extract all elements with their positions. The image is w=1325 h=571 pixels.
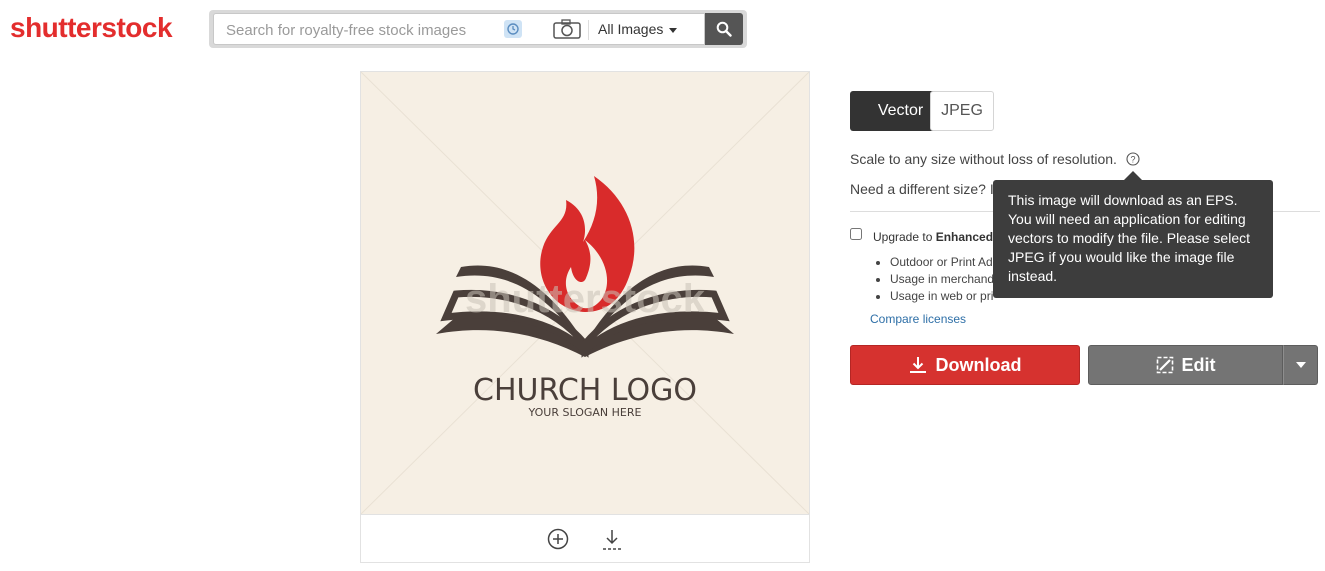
logo-slogan: YOUR SLOGAN HERE bbox=[528, 406, 642, 419]
chevron-down-icon bbox=[1295, 362, 1306, 368]
download-button[interactable]: Download bbox=[850, 345, 1080, 385]
search-bar: All Images bbox=[209, 10, 747, 48]
image-preview: shutterstock CHURCH LOGO YOUR SLOGAN HER… bbox=[360, 71, 810, 563]
edit-label: Edit bbox=[1181, 354, 1216, 375]
shutterstock-logo[interactable]: shutterstock bbox=[10, 12, 173, 44]
edit-button[interactable]: Edit bbox=[1088, 345, 1283, 385]
church-logo-artwork: shutterstock CHURCH LOGO YOUR SLOGAN HER… bbox=[361, 72, 809, 514]
camera-icon[interactable] bbox=[553, 19, 581, 44]
scale-description: Scale to any size without loss of resolu… bbox=[850, 151, 1117, 167]
image-type-dropdown[interactable]: All Images bbox=[598, 21, 678, 37]
license-use-item: Usage in merchand bbox=[890, 271, 994, 288]
license-use-item: Usage in web or pri bbox=[890, 288, 994, 305]
logo-text: shutterstock bbox=[10, 12, 173, 43]
download-icon[interactable] bbox=[601, 528, 623, 557]
jpeg-format-button[interactable]: JPEG bbox=[930, 91, 994, 131]
need-different-size-text: Need a different size? I bbox=[850, 181, 994, 197]
logo-title: CHURCH LOGO bbox=[473, 373, 697, 408]
filter-separator bbox=[588, 20, 589, 40]
upgrade-bold: Enhanced bbox=[935, 230, 994, 244]
search-box: All Images bbox=[213, 13, 705, 45]
edit-icon bbox=[1156, 356, 1173, 374]
reverse-search-icon[interactable] bbox=[504, 20, 522, 38]
zoom-in-icon[interactable] bbox=[547, 528, 569, 555]
chevron-down-icon bbox=[669, 27, 678, 33]
download-arrow-icon bbox=[909, 357, 926, 373]
image-type-label: All Images bbox=[598, 21, 664, 37]
svg-text:?: ? bbox=[1130, 155, 1135, 165]
eps-tooltip: This image will download as an EPS. You … bbox=[993, 180, 1273, 298]
license-uses-list: Outdoor or Print Ad Usage in merchand Us… bbox=[874, 254, 994, 305]
tooltip-arrow bbox=[1124, 171, 1142, 180]
vector-format-label: Vector bbox=[877, 102, 924, 119]
upgrade-checkbox[interactable] bbox=[850, 228, 862, 240]
compare-licenses-link[interactable]: Compare licenses bbox=[870, 312, 966, 326]
watermark-text: shutterstock bbox=[465, 277, 706, 321]
license-use-item: Outdoor or Print Ad bbox=[890, 254, 994, 271]
upgrade-prefix: Upgrade to bbox=[873, 230, 936, 244]
preview-toolbar bbox=[361, 514, 809, 563]
upgrade-label: Upgrade to Enhanced bbox=[873, 230, 993, 244]
jpeg-format-label: JPEG bbox=[941, 102, 983, 119]
search-icon bbox=[716, 21, 732, 37]
search-button[interactable] bbox=[705, 13, 743, 45]
download-label: Download bbox=[935, 354, 1022, 375]
edit-options-dropdown[interactable] bbox=[1283, 345, 1318, 385]
help-icon[interactable]: ? bbox=[1126, 152, 1140, 171]
search-input[interactable] bbox=[224, 19, 498, 41]
preview-image[interactable]: shutterstock CHURCH LOGO YOUR SLOGAN HER… bbox=[361, 72, 809, 514]
